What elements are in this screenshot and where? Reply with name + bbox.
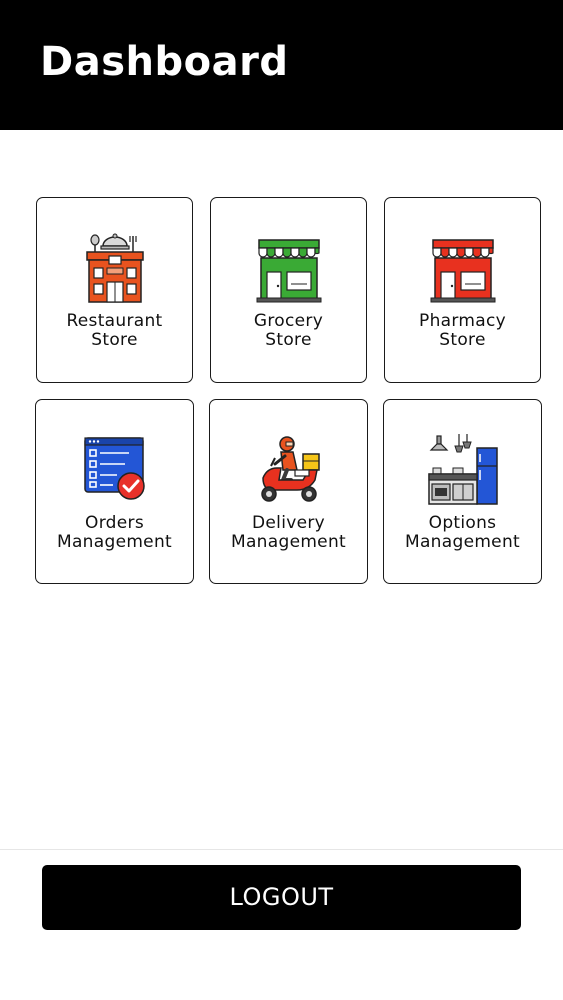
tile-label: Delivery Management: [231, 513, 346, 552]
tile-delivery-management[interactable]: Delivery Management: [209, 399, 368, 584]
tile-options-management[interactable]: Options Management: [383, 399, 542, 584]
restaurant-store-icon: [79, 232, 151, 304]
delivery-scooter-icon: [253, 434, 325, 506]
tile-label: Restaurant Store: [66, 311, 163, 350]
tile-restaurant-store[interactable]: Restaurant Store: [36, 197, 193, 383]
kitchen-appliances-icon: [427, 434, 499, 506]
app-header: Dashboard: [0, 0, 563, 130]
footer-divider: [0, 849, 563, 850]
tile-label: Orders Management: [57, 513, 172, 552]
page-title: Dashboard: [40, 39, 289, 85]
orders-checklist-icon: [79, 434, 151, 506]
tile-label: Pharmacy Store: [419, 311, 506, 350]
tile-pharmacy-store[interactable]: Pharmacy Store: [384, 197, 541, 383]
tile-label: Options Management: [405, 513, 520, 552]
logout-button[interactable]: LOGOUT: [42, 865, 521, 930]
tile-orders-management[interactable]: Orders Management: [35, 399, 194, 584]
tile-grocery-store[interactable]: Grocery Store: [210, 197, 367, 383]
tile-label: Grocery Store: [253, 311, 324, 350]
grocery-store-icon: [253, 232, 325, 304]
pharmacy-store-icon: [427, 232, 499, 304]
